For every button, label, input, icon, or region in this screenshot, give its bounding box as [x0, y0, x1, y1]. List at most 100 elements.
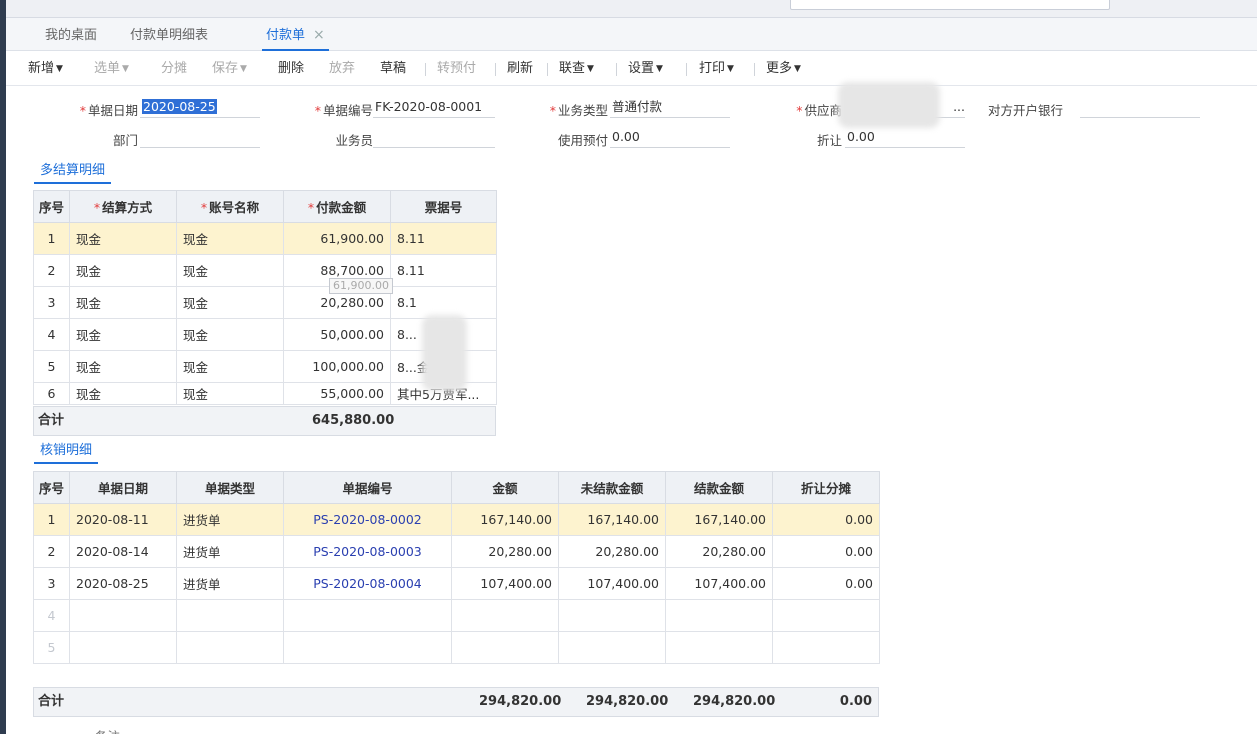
- top-search-box[interactable]: [790, 0, 1110, 10]
- doc-number-link[interactable]: PS-2020-08-0002: [283, 503, 452, 536]
- draft-button[interactable]: 草稿: [380, 52, 406, 86]
- bill-no-cell[interactable]: 8.1: [390, 286, 497, 319]
- staff-field[interactable]: [373, 128, 495, 148]
- table-row[interactable]: 5: [33, 631, 880, 664]
- bill-no-cell[interactable]: 8.11: [390, 254, 497, 287]
- settled-cell[interactable]: 167,140.00: [665, 503, 773, 536]
- to-prepay-button[interactable]: 转预付: [437, 52, 476, 86]
- settle-method-cell[interactable]: 现金: [69, 350, 177, 383]
- refresh-button[interactable]: 刷新: [507, 52, 533, 86]
- row-index: 2: [33, 254, 70, 287]
- table-row[interactable]: 4: [33, 599, 880, 632]
- delete-label: 删除: [278, 61, 305, 76]
- discount-share-cell[interactable]: 0.00: [772, 503, 880, 536]
- discount-share-cell[interactable]: [772, 599, 880, 632]
- doc-date-field[interactable]: 2020-08-25: [140, 98, 260, 118]
- discount-field[interactable]: 0.00: [845, 128, 965, 148]
- doc-number-link[interactable]: PS-2020-08-0003: [283, 535, 452, 568]
- tab-label: 我的桌面: [45, 28, 98, 43]
- print-button[interactable]: 打印 ▼: [699, 52, 734, 86]
- doc-number-field[interactable]: FK-2020-08-0001: [373, 98, 495, 118]
- account-name-cell[interactable]: 现金: [176, 254, 284, 287]
- new-button[interactable]: 新增 ▼: [28, 52, 63, 86]
- pay-amount-cell[interactable]: 55,000.00: [283, 382, 391, 405]
- settled-cell[interactable]: 107,400.00: [665, 567, 773, 600]
- tab-bar: 我的桌面 付款单明细表 付款单 ×: [6, 18, 1257, 51]
- row-index: 4: [33, 599, 70, 632]
- pay-amount-cell[interactable]: 100,000.00: [283, 350, 391, 383]
- amount-cell[interactable]: [451, 599, 559, 632]
- col-header-discount-share: 折让分摊: [772, 471, 880, 504]
- account-name-cell[interactable]: 现金: [176, 382, 284, 405]
- settlement-section-tab[interactable]: 多结算明细: [34, 160, 112, 184]
- settle-method-cell[interactable]: 现金: [69, 382, 177, 405]
- unsettled-cell[interactable]: [558, 631, 666, 664]
- col-header-settle-method: * 结算方式: [69, 190, 177, 223]
- table-row[interactable]: 2 现金 现金 88,700.00 8.11: [33, 254, 497, 287]
- settled-cell[interactable]: 20,280.00: [665, 535, 773, 568]
- split-button[interactable]: 分摊: [161, 52, 187, 86]
- settle-method-cell[interactable]: 现金: [69, 318, 177, 351]
- privacy-blur: [838, 82, 940, 128]
- toolbar-divider: [754, 63, 755, 76]
- account-name-cell[interactable]: 现金: [176, 318, 284, 351]
- doc-number-cell[interactable]: [283, 631, 452, 664]
- biz-type-field[interactable]: 普通付款: [610, 98, 730, 118]
- table-row[interactable]: 3 现金 现金 20,280.00 8.1: [33, 286, 497, 319]
- row-index: 2: [33, 535, 70, 568]
- settings-button[interactable]: 设置 ▼: [628, 52, 663, 86]
- refresh-label: 刷新: [507, 61, 534, 76]
- account-name-cell[interactable]: 现金: [176, 222, 284, 255]
- delete-button[interactable]: 删除: [278, 52, 304, 86]
- link-query-button[interactable]: 联查 ▼: [559, 52, 594, 86]
- discount-share-cell[interactable]: 0.00: [772, 567, 880, 600]
- amount-cell: 107,400.00: [451, 567, 559, 600]
- amount-cell[interactable]: [451, 631, 559, 664]
- privacy-blur: [422, 315, 467, 391]
- doc-type-cell[interactable]: [176, 631, 284, 664]
- col-header-pay-amount: * 付款金额: [283, 190, 391, 223]
- doc-number-link[interactable]: PS-2020-08-0004: [283, 567, 452, 600]
- doc-number-cell[interactable]: [283, 599, 452, 632]
- window-top-bar: [6, 0, 1257, 18]
- select-order-button[interactable]: 选单 ▼: [94, 52, 129, 86]
- dept-field[interactable]: [140, 128, 260, 148]
- pay-amount-cell[interactable]: 61,900.00: [283, 222, 391, 255]
- to-prepay-label: 转预付: [437, 61, 477, 76]
- bill-no-cell[interactable]: 8.11: [390, 222, 497, 255]
- doc-date-cell[interactable]: [69, 631, 177, 664]
- table-row[interactable]: 3 2020-08-25 进货单 PS-2020-08-0004 107,400…: [33, 567, 880, 600]
- unsettled-cell[interactable]: [558, 599, 666, 632]
- settle-method-cell[interactable]: 现金: [69, 254, 177, 287]
- account-name-cell[interactable]: 现金: [176, 350, 284, 383]
- settled-cell[interactable]: [665, 631, 773, 664]
- settle-method-cell[interactable]: 现金: [69, 222, 177, 255]
- settle-method-cell[interactable]: 现金: [69, 286, 177, 319]
- table-row[interactable]: 1 现金 现金 61,900.00 8.11: [33, 222, 497, 255]
- account-name-cell[interactable]: 现金: [176, 286, 284, 319]
- tab-payment-order[interactable]: 付款单 ×: [262, 18, 329, 51]
- staff-label: 业务员: [335, 133, 373, 148]
- close-icon[interactable]: ×: [313, 27, 325, 43]
- prepay-field[interactable]: 0.00: [610, 128, 730, 148]
- abandon-button[interactable]: 放弃: [329, 52, 355, 86]
- row-index: 3: [33, 567, 70, 600]
- settled-cell[interactable]: [665, 599, 773, 632]
- table-row[interactable]: 1 2020-08-11 进货单 PS-2020-08-0002 167,140…: [33, 503, 880, 536]
- discount-share-cell[interactable]: 0.00: [772, 535, 880, 568]
- save-button[interactable]: 保存 ▼: [212, 52, 247, 86]
- tab-my-desktop[interactable]: 我的桌面: [41, 18, 101, 51]
- bank-field[interactable]: [1080, 98, 1200, 118]
- writeoff-section-tab[interactable]: 核销明细: [34, 440, 99, 464]
- tab-payment-detail-report[interactable]: 付款单明细表: [126, 18, 212, 51]
- pay-amount-cell[interactable]: 50,000.00: [283, 318, 391, 351]
- doc-type-cell[interactable]: [176, 599, 284, 632]
- discount-share-cell[interactable]: [772, 631, 880, 664]
- doc-date-cell[interactable]: [69, 599, 177, 632]
- amount-cell: 167,140.00: [451, 503, 559, 536]
- col-header-doc-number: 单据编号: [283, 471, 452, 504]
- more-button[interactable]: 更多 ▼: [766, 52, 801, 86]
- table-row[interactable]: 2 2020-08-14 进货单 PS-2020-08-0003 20,280.…: [33, 535, 880, 568]
- row-index: 3: [33, 286, 70, 319]
- total-settled: 294,820.00: [693, 694, 776, 709]
